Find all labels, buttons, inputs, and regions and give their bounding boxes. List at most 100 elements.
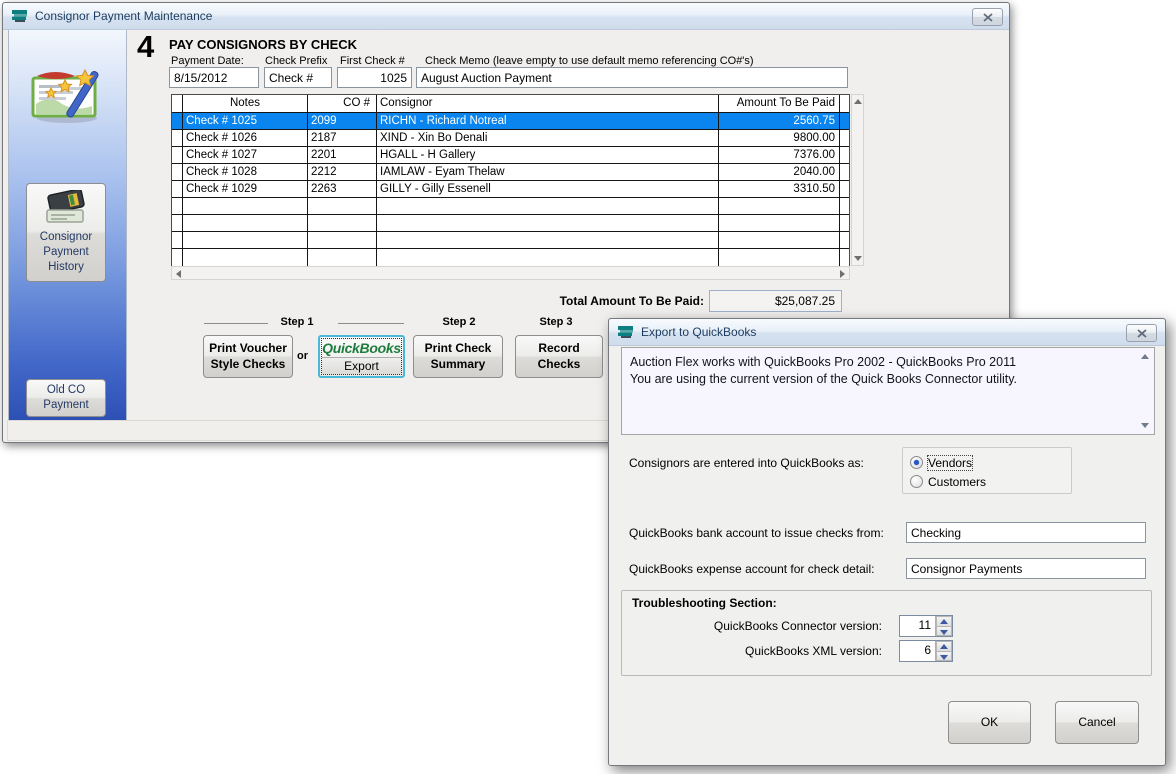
troubleshooting-groupbox: Troubleshooting Section: QuickBooks Conn… — [621, 590, 1152, 676]
table-row-empty[interactable] — [172, 215, 849, 232]
cancel-button[interactable]: Cancel — [1055, 701, 1139, 744]
step-number: 4 — [137, 29, 154, 65]
main-titlebar: Consignor Payment Maintenance — [3, 3, 1009, 30]
connector-version-spinner[interactable]: 11 — [899, 615, 953, 637]
vendors-radio-label: Vendors — [928, 456, 972, 470]
spin-up-button[interactable] — [936, 641, 952, 652]
page-title: PAY CONSIGNORS BY CHECK — [169, 37, 357, 52]
dialog-titlebar: Export to QuickBooks — [609, 319, 1165, 346]
cell-notes: Check # 1025 — [183, 113, 308, 129]
scroll-up-icon[interactable] — [854, 99, 862, 104]
spin-down-icon — [940, 655, 948, 660]
print-voucher-line: Style Checks — [211, 357, 286, 373]
table-row-empty[interactable] — [172, 198, 849, 215]
close-icon — [983, 13, 993, 22]
table-row-empty[interactable] — [172, 249, 849, 266]
consignor-table: Notes CO # Consignor Amount To Be Paid C… — [171, 94, 850, 267]
customers-radio[interactable]: Customers — [910, 473, 986, 491]
check-prefix-input[interactable] — [264, 67, 332, 88]
consignor-payment-history-button[interactable]: Consignor Payment History — [26, 183, 106, 282]
history-button-line: History — [48, 260, 84, 275]
check-memo-input[interactable] — [416, 67, 848, 88]
dialog-title: Export to QuickBooks — [641, 325, 756, 339]
quickbooks-export-button[interactable]: QuickBooks Export — [318, 335, 405, 378]
payment-date-label: Payment Date: — [171, 55, 244, 67]
spin-down-button[interactable] — [936, 652, 952, 662]
oldco-button-line: Payment — [43, 398, 88, 413]
cell-notes: Check # 1027 — [183, 147, 308, 163]
spin-down-icon — [940, 630, 948, 635]
main-window-title: Consignor Payment Maintenance — [35, 9, 212, 23]
check-memo-label: Check Memo (leave empty to use default m… — [425, 55, 754, 67]
table-vertical-scrollbar[interactable] — [851, 94, 864, 266]
close-icon — [1137, 329, 1147, 338]
table-horizontal-scrollbar[interactable] — [171, 266, 850, 280]
cell-co: 2187 — [308, 130, 377, 146]
cell-notes: Check # 1029 — [183, 181, 308, 197]
sidebar: Consignor Payment History Old CO Payment — [8, 30, 127, 423]
header-amount: Amount To Be Paid — [719, 95, 840, 112]
table-row[interactable]: Check # 1026 2187 XIND - Xin Bo Denali 9… — [172, 130, 849, 147]
expense-account-label: QuickBooks expense account for check det… — [629, 562, 874, 576]
radio-checked-icon[interactable] — [910, 456, 923, 469]
xml-version-label: QuickBooks XML version: — [630, 644, 882, 658]
main-close-button[interactable] — [972, 8, 1003, 26]
cell-amount: 3310.50 — [719, 181, 840, 197]
cell-amount: 2040.00 — [719, 164, 840, 180]
quickbooks-brand-text: QuickBooks — [322, 339, 401, 357]
ok-button[interactable]: OK — [948, 701, 1031, 744]
cell-co: 2263 — [308, 181, 377, 197]
first-check-label: First Check # — [340, 55, 405, 67]
print-check-summary-button[interactable]: Print Check Summary — [413, 335, 503, 378]
troubleshooting-title: Troubleshooting Section: — [632, 596, 777, 610]
payment-date-input[interactable] — [169, 67, 259, 88]
cell-consignor: RICHN - Richard Notreal — [377, 113, 719, 129]
spin-up-icon — [940, 619, 948, 624]
ok-button-label: OK — [981, 715, 998, 731]
app-icon — [617, 324, 635, 340]
step1-line-left — [204, 323, 268, 324]
table-row[interactable]: Check # 1027 2201 HGALL - H Gallery 7376… — [172, 147, 849, 164]
cell-consignor: IAMLAW - Eyam Thelaw — [377, 164, 719, 180]
table-row[interactable]: Check # 1028 2212 IAMLAW - Eyam Thelaw 2… — [172, 164, 849, 181]
cell-consignor: HGALL - H Gallery — [377, 147, 719, 163]
print-summary-line: Print Check — [425, 341, 492, 357]
scroll-left-icon[interactable] — [176, 270, 181, 278]
scroll-down-icon[interactable] — [854, 256, 862, 261]
old-co-payment-button[interactable]: Old CO Payment — [26, 379, 106, 417]
table-row[interactable]: Check # 1025 2099 RICHN - Richard Notrea… — [172, 113, 849, 130]
header-consignor: Consignor — [377, 95, 719, 112]
first-check-input[interactable] — [337, 67, 412, 88]
memo-scroll-down-icon[interactable] — [1141, 423, 1149, 428]
record-checks-button[interactable]: Record Checks — [515, 335, 603, 378]
consignor-type-groupbox: Vendors Customers — [902, 447, 1072, 494]
bank-account-label: QuickBooks bank account to issue checks … — [629, 526, 884, 540]
table-row-empty[interactable] — [172, 232, 849, 249]
spin-down-button[interactable] — [936, 627, 952, 637]
check-prefix-label: Check Prefix — [265, 55, 327, 67]
table-row[interactable]: Check # 1029 2263 GILLY - Gilly Essenell… — [172, 181, 849, 198]
print-summary-line: Summary — [431, 357, 486, 373]
scroll-right-icon[interactable] — [840, 270, 845, 278]
xml-version-spinner[interactable]: 6 — [899, 640, 953, 662]
table-header-row: Notes CO # Consignor Amount To Be Paid — [172, 95, 849, 113]
spin-up-icon — [940, 644, 948, 649]
vendors-radio[interactable]: Vendors — [910, 454, 972, 472]
info-line: Auction Flex works with QuickBooks Pro 2… — [630, 354, 1134, 371]
spin-up-button[interactable] — [936, 616, 952, 627]
print-voucher-button[interactable]: Print Voucher Style Checks — [203, 335, 293, 378]
cell-notes: Check # 1028 — [183, 164, 308, 180]
memo-scroll-up-icon[interactable] — [1141, 354, 1149, 359]
header-indicator — [172, 95, 183, 112]
cell-amount: 2560.75 — [719, 113, 840, 129]
or-text: or — [297, 350, 308, 362]
cell-co: 2201 — [308, 147, 377, 163]
connector-version-label: QuickBooks Connector version: — [630, 619, 882, 633]
step1-label: Step 1 — [271, 316, 323, 328]
dialog-close-button[interactable] — [1126, 324, 1157, 342]
customers-radio-label: Customers — [928, 475, 986, 489]
history-button-line: Consignor — [40, 230, 92, 245]
radio-unchecked-icon[interactable] — [910, 475, 923, 488]
bank-account-input[interactable] — [906, 522, 1146, 543]
expense-account-input[interactable] — [906, 558, 1146, 579]
